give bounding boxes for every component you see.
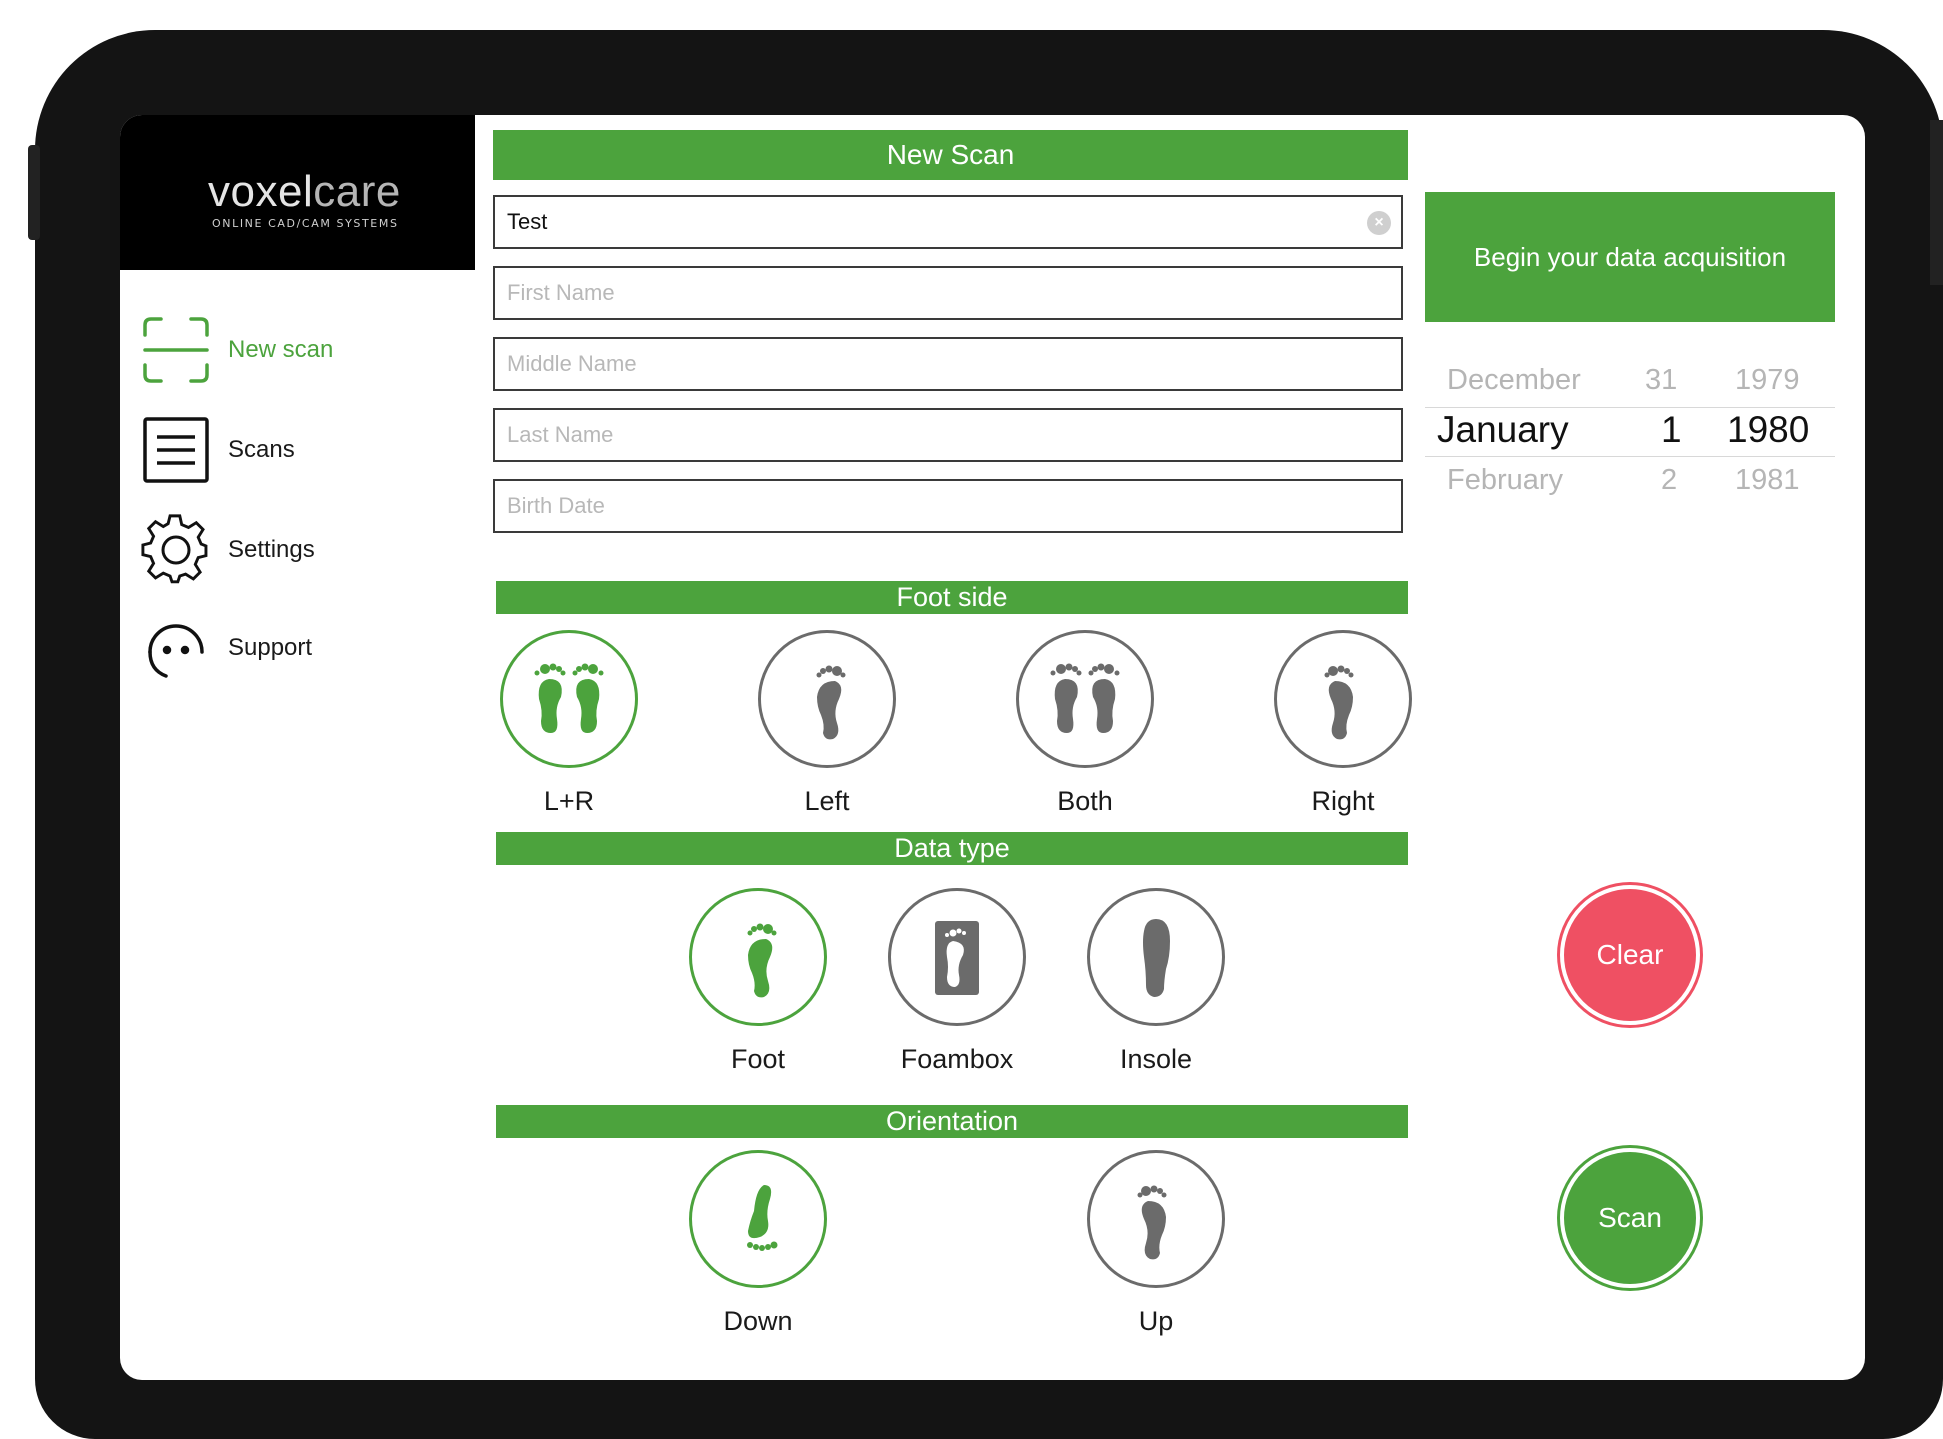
option-label: Right [1311, 786, 1375, 816]
foot-side-option-both[interactable]: Both [1010, 630, 1160, 817]
first-name-input[interactable] [495, 268, 1401, 318]
clear-text-icon[interactable]: × [1367, 211, 1391, 235]
data-type-option-insole[interactable]: Insole [1081, 888, 1231, 1075]
birth-date-input[interactable] [495, 481, 1401, 531]
option-label: Foot [730, 1044, 786, 1074]
brand-tagline: ONLINE CAD/CAM SYSTEMS [212, 217, 399, 230]
data-type-option-foambox[interactable]: Foambox [882, 888, 1032, 1075]
scan-frame-icon [140, 314, 212, 386]
option-label: L+R [543, 786, 595, 816]
foot-side-header: Foot side [496, 581, 1408, 614]
tablet-side-button [1930, 120, 1943, 285]
foot-down-icon [689, 1150, 827, 1288]
option-label: Both [1057, 786, 1113, 816]
brand-name-part2: care [313, 167, 401, 216]
sidebar-item-label: Support [228, 634, 313, 661]
insole-icon [1087, 888, 1225, 1026]
data-type-header: Data type [496, 832, 1408, 865]
new-scan-header: New Scan [493, 130, 1408, 180]
scan-name-field[interactable]: × [493, 195, 1403, 249]
option-label: Foambox [900, 1044, 1014, 1074]
foot-up-icon [1087, 1150, 1225, 1288]
foambox-icon [888, 888, 1026, 1026]
sidebar-item-scans[interactable]: Scans [140, 415, 460, 485]
tablet-side-button [28, 145, 40, 240]
list-icon [140, 414, 212, 486]
option-label: Down [723, 1306, 793, 1336]
picker-month: December [1447, 364, 1581, 396]
middle-name-field[interactable] [493, 337, 1403, 391]
option-label: Insole [1119, 1044, 1193, 1074]
begin-acquisition-banner[interactable]: Begin your data acquisition [1425, 192, 1835, 322]
sidebar-item-label: Scans [228, 436, 295, 463]
picker-month: January [1437, 409, 1569, 450]
birth-date-field[interactable] [493, 479, 1403, 533]
sidebar-item-label: New scan [228, 336, 334, 363]
left-foot-icon [758, 630, 896, 768]
foot-side-option-right[interactable]: Right [1268, 630, 1418, 817]
left-plus-right-feet-icon [500, 630, 638, 768]
orientation-option-down[interactable]: Down [683, 1150, 833, 1337]
clear-button[interactable]: Clear [1560, 885, 1700, 1025]
foot-side-option-lr[interactable]: L+R [494, 630, 644, 817]
app-screen: voxelcare ONLINE CAD/CAM SYSTEMS New sca… [120, 115, 1865, 1380]
headset-icon [140, 612, 212, 684]
picker-row-next[interactable]: February 2 1981 [1425, 455, 1835, 505]
foot-side-option-left[interactable]: Left [752, 630, 902, 817]
picker-month: February [1447, 464, 1564, 496]
picker-day: 1 [1661, 409, 1682, 450]
brand-logo: voxelcare [208, 167, 401, 217]
orientation-header: Orientation [496, 1105, 1408, 1138]
right-foot-icon [1274, 630, 1412, 768]
sidebar-item-label: Settings [228, 536, 315, 563]
orientation-option-up[interactable]: Up [1081, 1150, 1231, 1337]
picker-row-current[interactable]: January 1 1980 [1425, 405, 1835, 455]
picker-day: 31 [1645, 364, 1678, 396]
last-name-input[interactable] [495, 410, 1401, 460]
sidebar-item-settings[interactable]: Settings [140, 514, 460, 586]
picker-year: 1981 [1735, 464, 1800, 496]
foot-icon [689, 888, 827, 1026]
both-feet-icon [1016, 630, 1154, 768]
logo-header: voxelcare ONLINE CAD/CAM SYSTEMS [120, 115, 475, 270]
option-label: Up [1138, 1306, 1174, 1336]
first-name-field[interactable] [493, 266, 1403, 320]
birth-date-picker[interactable]: December 31 1979 January 1 1980 February… [1425, 355, 1835, 505]
last-name-field[interactable] [493, 408, 1403, 462]
sidebar-item-new-scan[interactable]: New scan [140, 315, 460, 385]
picker-year: 1980 [1727, 409, 1810, 450]
brand-name-part1: voxel [208, 167, 314, 216]
scan-button[interactable]: Scan [1560, 1148, 1700, 1288]
picker-day: 2 [1661, 464, 1678, 496]
picker-row-prev[interactable]: December 31 1979 [1425, 355, 1835, 405]
scan-name-input[interactable] [495, 197, 1401, 247]
picker-year: 1979 [1735, 364, 1800, 396]
option-label: Left [804, 786, 850, 816]
gear-icon [140, 514, 212, 586]
middle-name-input[interactable] [495, 339, 1401, 389]
sidebar-item-support[interactable]: Support [140, 613, 460, 683]
data-type-option-foot[interactable]: Foot [683, 888, 833, 1075]
